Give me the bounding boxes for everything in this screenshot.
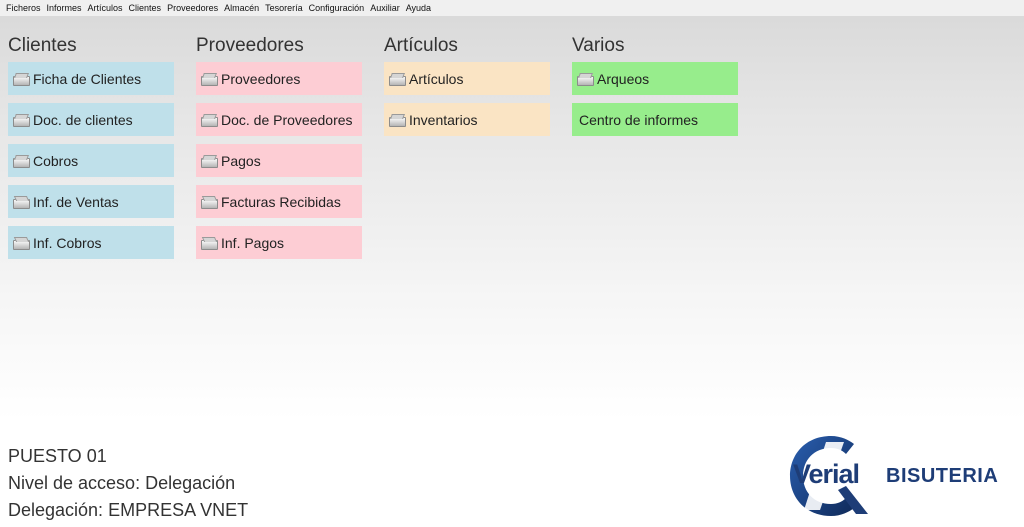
printer-icon [12, 155, 30, 168]
tile-arqueos[interactable]: Arqueos [572, 62, 738, 95]
printer-icon [388, 73, 406, 86]
varios-column: Varios Arqueos Centro de informes [572, 34, 738, 144]
tile-label: Centro de informes [579, 111, 699, 128]
printer-icon [200, 237, 218, 250]
tile-inf-cobros[interactable]: Inf. Cobros [8, 226, 174, 259]
printer-icon [200, 155, 218, 168]
menu-ficheros[interactable]: Ficheros [3, 3, 44, 13]
tile-label: Pagos [221, 152, 261, 169]
menu-proveedores[interactable]: Proveedores [164, 3, 221, 13]
varios-title: Varios [572, 35, 625, 56]
printer-icon [12, 196, 30, 209]
tile-label: Cobros [33, 152, 79, 169]
menu-tesoreria[interactable]: Tesorería [262, 3, 306, 13]
tile-label: Doc. de Proveedores [221, 111, 353, 128]
tile-cobros[interactable]: Cobros [8, 144, 174, 177]
tile-label: Doc. de clientes [33, 111, 133, 128]
proveedores-column: Proveedores Proveedores Doc. de Proveedo… [196, 34, 362, 267]
printer-icon [12, 114, 30, 127]
menu-configuracion[interactable]: Configuración [306, 3, 368, 13]
printer-icon [388, 114, 406, 127]
tile-ficha-de-clientes[interactable]: Ficha de Clientes [8, 62, 174, 95]
printer-icon [200, 196, 218, 209]
tile-inf-pagos[interactable]: Inf. Pagos [196, 226, 362, 259]
tile-label: Ficha de Clientes [33, 70, 142, 87]
tile-proveedores[interactable]: Proveedores [196, 62, 362, 95]
brand-name: BISUTERIA [886, 465, 999, 487]
tile-label: Inf. Cobros [33, 234, 102, 251]
menu-almacen[interactable]: Almacén [221, 3, 262, 13]
menu-clientes[interactable]: Clientes [126, 3, 165, 13]
menu-informes[interactable]: Informes [44, 3, 85, 13]
printer-icon [12, 237, 30, 250]
tile-inventarios[interactable]: Inventarios [384, 103, 550, 136]
printer-icon [200, 114, 218, 127]
tile-doc-de-clientes[interactable]: Doc. de clientes [8, 103, 174, 136]
tile-label: Arqueos [597, 70, 650, 87]
tile-label: Inf. de Ventas [33, 193, 119, 210]
clientes-title: Clientes [8, 35, 77, 56]
tile-pagos[interactable]: Pagos [196, 144, 362, 177]
menu-articulos[interactable]: Artículos [85, 3, 126, 13]
articulos-column: Artículos Artículos Inventarios [384, 34, 550, 144]
proveedores-title: Proveedores [196, 35, 304, 56]
tile-articulos[interactable]: Artículos [384, 62, 550, 95]
menu-auxiliar[interactable]: Auxiliar [367, 3, 403, 13]
puesto-label: PUESTO 01 [8, 446, 107, 466]
menu-ayuda[interactable]: Ayuda [403, 3, 434, 13]
printer-icon [200, 73, 218, 86]
tile-doc-de-proveedores[interactable]: Doc. de Proveedores [196, 103, 362, 136]
delegation-label: Delegación: EMPRESA VNET [8, 500, 249, 520]
printer-icon [576, 73, 594, 86]
tile-inf-de-ventas[interactable]: Inf. de Ventas [8, 185, 174, 218]
printer-icon [12, 73, 30, 86]
articulos-title: Artículos [384, 35, 458, 56]
clientes-column: Clientes Ficha de Clientes Doc. de clien… [8, 34, 174, 267]
tile-label: Facturas Recibidas [221, 193, 341, 210]
tile-facturas-recibidas[interactable]: Facturas Recibidas [196, 185, 362, 218]
tile-label: Artículos [409, 70, 464, 87]
tile-label: Inf. Pagos [221, 234, 285, 251]
menu-bar: Ficheros Informes Artículos Clientes Pro… [0, 0, 1024, 17]
tile-label: Inventarios [409, 111, 478, 128]
access-level-label: Nivel de acceso: Delegación [8, 473, 236, 493]
tile-centro-de-informes[interactable]: Centro de informes [572, 103, 738, 136]
session-info: PUESTO 01 Nivel de acceso: Delegación De… [8, 443, 248, 524]
tile-label: Proveedores [221, 70, 301, 87]
logo-wordmark: Verial [793, 459, 860, 489]
